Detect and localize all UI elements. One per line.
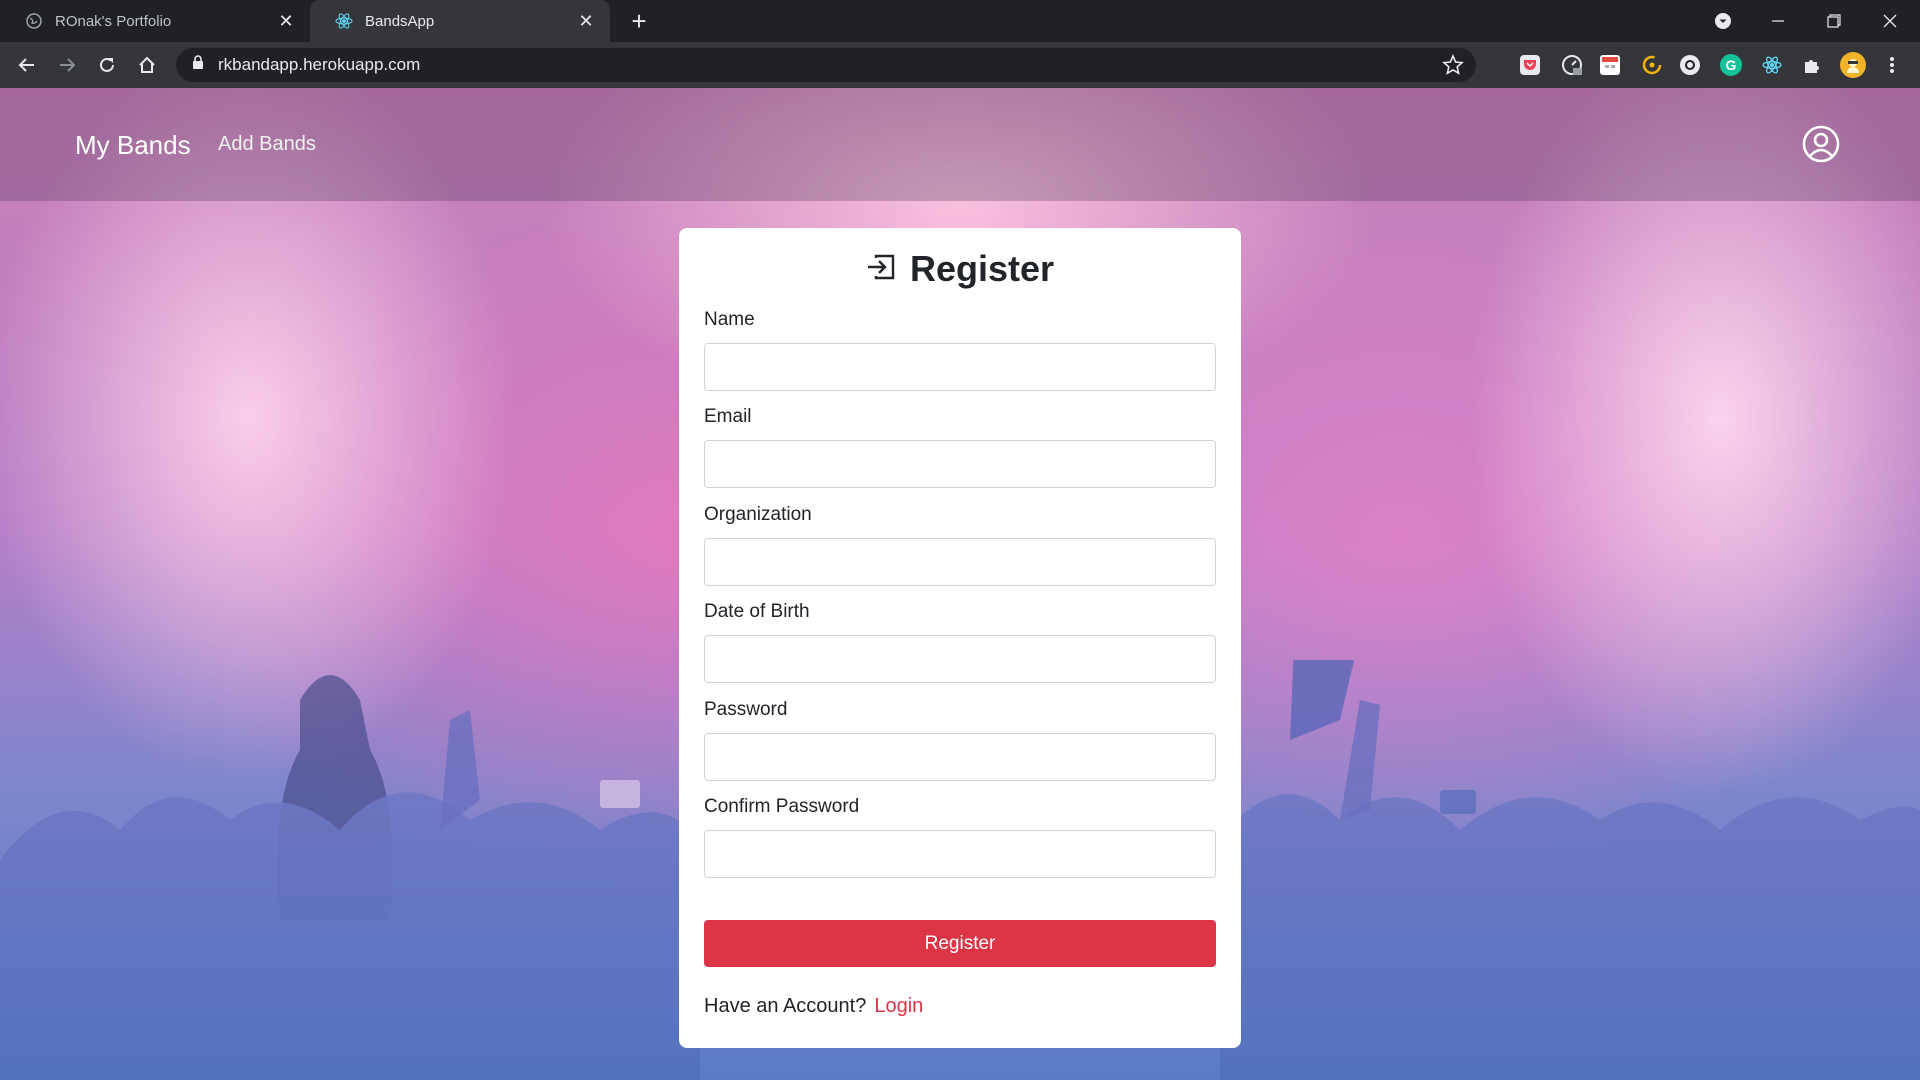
site-navbar: My Bands Add Bands [0,88,1920,201]
organization-input[interactable] [704,538,1216,586]
confirm-password-label: Confirm Password [704,796,860,817]
kebab-menu-icon[interactable] [1880,53,1904,77]
tab-bandsapp[interactable]: BandsApp ✕ [310,0,610,42]
lock-icon[interactable] [192,55,204,75]
nav-link-add-bands[interactable]: Add Bands [218,133,316,156]
email-label: Email [704,406,752,427]
react-devtools-icon[interactable] [1760,53,1784,77]
tab-title: BandsApp [365,12,435,30]
forward-icon[interactable] [51,49,83,81]
minimize-icon[interactable] [1750,0,1806,42]
tab-title: ROnak's Portfolio [55,12,172,30]
confirm-password-field: Confirm Password [704,796,1216,878]
react-icon [335,12,353,30]
dark-reader-icon[interactable] [1680,55,1700,75]
dob-label: Date of Birth [704,601,810,622]
register-button[interactable]: Register [704,920,1216,967]
avatar[interactable] [1840,52,1866,78]
email-field: Email [704,406,1216,488]
bookmark-star-icon[interactable] [1442,53,1464,81]
close-tab-icon[interactable]: ✕ [576,11,596,31]
organization-label: Organization [704,504,812,525]
new-tab-button[interactable]: + [624,6,654,36]
organization-field: Organization [704,504,1216,586]
tab-search-icon[interactable] [1695,0,1751,42]
globe-icon [25,12,43,30]
pocket-icon[interactable] [1520,55,1540,75]
tab-portfolio[interactable]: ROnak's Portfolio ✕ [0,0,310,42]
url-text: rkbandapp.herokuapp.com [218,55,421,74]
close-tab-icon[interactable]: ✕ [276,11,296,31]
page-title: Register [909,248,1055,289]
address-bar[interactable]: rkbandapp.herokuapp.com [176,48,1476,82]
clockify-icon[interactable] [1640,53,1664,77]
grammarly-icon[interactable]: G [1720,54,1742,76]
password-field: Password [704,699,1216,781]
name-input[interactable] [704,343,1216,391]
register-heading: Register [679,248,1241,290]
name-label: Name [704,309,755,330]
dob-field: Date of Birth [704,601,1216,683]
tab-strip: ROnak's Portfolio ✕ BandsApp ✕ + [0,0,1920,42]
name-field: Name [704,309,1216,391]
back-icon[interactable] [11,49,43,81]
page-viewport: My Bands Add Bands Register Name Email O… [0,88,1920,1080]
calendar-icon[interactable] [1600,55,1620,75]
login-prompt: Have an Account? Login [704,995,923,1018]
register-card: Register Name Email Organization Date of… [679,228,1241,1048]
home-icon[interactable] [131,49,163,81]
password-input[interactable] [704,733,1216,781]
puzzle-icon[interactable] [1800,53,1824,77]
login-link[interactable]: Login [874,995,923,1017]
restore-icon[interactable] [1806,0,1862,42]
have-account-text: Have an Account? [704,995,867,1017]
close-window-icon[interactable] [1862,0,1918,42]
password-label: Password [704,699,788,720]
user-circle-icon[interactable] [1802,125,1840,163]
speed-dial-icon[interactable] [1560,53,1584,77]
confirm-password-input[interactable] [704,830,1216,878]
browser-toolbar: rkbandapp.herokuapp.com G [0,42,1920,88]
sign-in-icon [866,252,896,287]
reload-icon[interactable] [91,49,123,81]
email-input[interactable] [704,440,1216,488]
dob-input[interactable] [704,635,1216,683]
brand-link[interactable]: My Bands [75,130,191,161]
